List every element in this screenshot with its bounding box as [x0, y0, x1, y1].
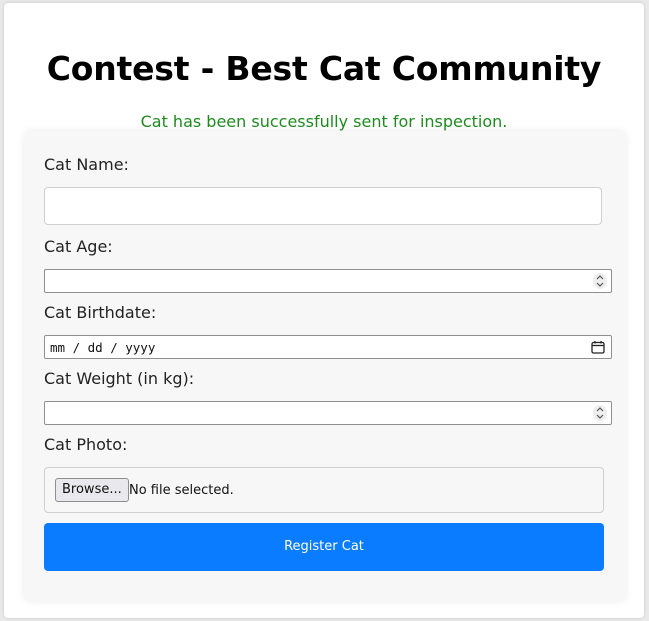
page-title: Contest - Best Cat Community: [46, 49, 602, 88]
page-container: Contest - Best Cat Community Cat has bee…: [4, 3, 644, 618]
cat-birthdate-input[interactable]: mm / dd / yyyy: [44, 335, 612, 359]
file-status: No file selected.: [129, 483, 234, 498]
cat-weight-label: Cat Weight (in kg):: [44, 369, 195, 388]
date-placeholder: mm / dd / yyyy: [50, 340, 156, 355]
weight-spinner[interactable]: [593, 405, 607, 421]
spinner-arrows-icon: [596, 275, 604, 287]
browse-button[interactable]: Browse...: [55, 478, 129, 502]
calendar-icon[interactable]: [591, 340, 605, 357]
cat-registration-form: Cat Name: Cat Age: Cat Birthdate: mm / d…: [24, 131, 626, 601]
cat-name-label: Cat Name:: [44, 155, 129, 174]
cat-birthdate-label: Cat Birthdate:: [44, 303, 157, 322]
age-spinner[interactable]: [593, 273, 607, 289]
cat-weight-input[interactable]: [44, 401, 612, 425]
cat-age-label: Cat Age:: [44, 237, 113, 256]
success-message: Cat has been successfully sent for inspe…: [140, 112, 508, 131]
register-cat-button[interactable]: Register Cat: [44, 523, 604, 571]
cat-age-input[interactable]: [44, 269, 612, 293]
spinner-arrows-icon: [596, 407, 604, 419]
cat-name-input[interactable]: [44, 187, 602, 225]
cat-photo-label: Cat Photo:: [44, 435, 128, 454]
cat-photo-input: Browse... No file selected.: [44, 467, 604, 513]
